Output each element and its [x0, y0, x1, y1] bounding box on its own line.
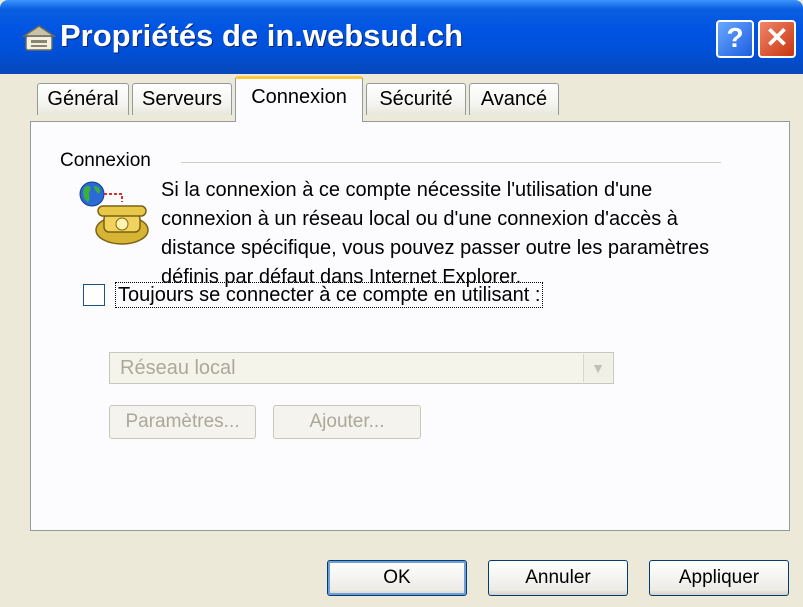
window-body: Général Serveurs Connexion Sécurité Avan… — [4, 74, 799, 603]
chevron-down-icon[interactable]: ▼ — [583, 354, 612, 382]
connection-tab-panel: Connexion Si la connexion à ce compte né… — [30, 121, 790, 531]
tab-advanced[interactable]: Avancé — [469, 83, 559, 115]
group-divider — [181, 162, 721, 163]
tab-security[interactable]: Sécurité — [366, 83, 466, 115]
connection-type-value: Réseau local — [120, 357, 236, 379]
connection-type-select[interactable]: Réseau local ▼ — [109, 352, 614, 384]
window-title: Propriétés de in.websud.ch — [60, 18, 464, 53]
account-properties-icon — [22, 25, 56, 51]
tab-strip: Général Serveurs Connexion Sécurité Avan… — [32, 74, 592, 124]
cancel-button[interactable]: Annuler — [488, 560, 628, 596]
add-button[interactable]: Ajouter... — [273, 405, 421, 439]
properties-dialog: Propriétés de in.websud.ch ? ✕ Général S… — [0, 0, 803, 607]
tab-servers[interactable]: Serveurs — [132, 83, 232, 115]
tab-general[interactable]: Général — [37, 83, 129, 115]
connection-group-label: Connexion — [60, 150, 157, 172]
settings-button[interactable]: Paramètres... — [109, 405, 256, 439]
always-connect-label[interactable]: Toujours se connecter à ce compte en uti… — [115, 282, 544, 308]
apply-button[interactable]: Appliquer — [649, 560, 789, 596]
help-button[interactable]: ? — [716, 20, 754, 58]
always-connect-checkbox[interactable] — [83, 284, 105, 306]
network-connection-icon — [79, 181, 149, 245]
connection-description: Si la connexion à ce compte nécessite l'… — [161, 179, 710, 288]
title-bar[interactable]: Propriétés de in.websud.ch ? ✕ — [0, 0, 803, 74]
tab-connection[interactable]: Connexion — [235, 76, 363, 122]
close-button[interactable]: ✕ — [758, 20, 796, 58]
ok-button[interactable]: OK — [327, 560, 467, 596]
